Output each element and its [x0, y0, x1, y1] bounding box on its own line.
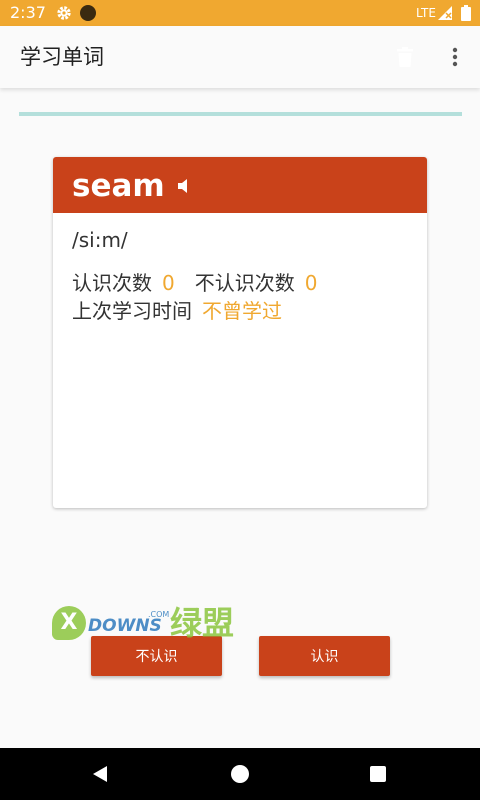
status-time: 2:37 [10, 3, 46, 22]
back-icon[interactable] [92, 766, 108, 782]
last-study-stats: 上次学习时间 不曾学过 [72, 297, 408, 325]
page-title: 学习单词 [20, 45, 104, 69]
gear-icon [57, 6, 71, 20]
delete-button[interactable] [390, 42, 420, 72]
know-button[interactable]: 认识 [259, 636, 390, 676]
battery-icon [461, 5, 471, 21]
word-text: seam [72, 168, 165, 204]
signal-icon [438, 6, 452, 20]
notification-dot-icon [80, 5, 96, 21]
network-type: LTE [416, 6, 436, 20]
app-bar: 学习单词 [0, 26, 480, 88]
speaker-icon[interactable] [176, 177, 194, 195]
watermark-suffix: .COM [148, 610, 170, 619]
trash-icon [397, 47, 413, 67]
more-vert-icon [452, 47, 458, 67]
recents-icon[interactable] [370, 766, 386, 782]
watermark-x: X [52, 606, 86, 640]
count-stats: 认识次数 0 不认识次数 0 [72, 269, 408, 297]
last-study-label: 上次学习时间 [72, 299, 192, 323]
dont-know-button[interactable]: 不认识 [91, 636, 222, 676]
more-options-button[interactable] [442, 42, 468, 72]
word-card: seam /si:m/ 认识次数 0 不认识次数 0 上次学习时间 不曾学过 [53, 157, 427, 508]
known-count-label: 认识次数 [72, 271, 152, 295]
unknown-count-value: 0 [304, 271, 318, 295]
last-study-value: 不曾学过 [202, 299, 282, 323]
known-count-value: 0 [162, 271, 175, 295]
navigation-bar [0, 748, 480, 800]
status-bar: 2:37 LTE [0, 0, 480, 26]
unknown-count-label: 不认识次数 [194, 271, 295, 295]
phonetic-text: /si:m/ [72, 228, 128, 252]
home-icon[interactable] [231, 765, 249, 783]
word-card-body: /si:m/ 认识次数 0 不认识次数 0 上次学习时间 不曾学过 [53, 213, 427, 339]
study-progress-bar [19, 112, 462, 116]
word-card-header: seam [53, 157, 427, 213]
watermark-text: DOWNS [88, 616, 162, 636]
